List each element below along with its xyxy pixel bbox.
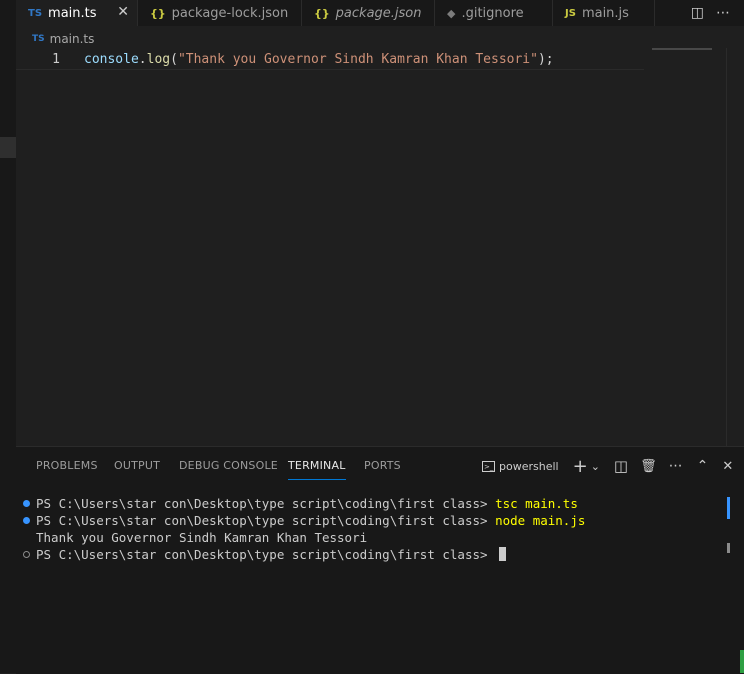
tab-ports[interactable]: PORTS [364, 459, 401, 472]
javascript-file-icon: JS [565, 7, 576, 19]
tab-output[interactable]: OUTPUT [114, 459, 160, 472]
terminal-line: PS C:\Users\star con\Desktop\type script… [16, 546, 726, 563]
tab-terminal-label: TERMINAL [288, 459, 346, 472]
command-decoration-icon[interactable] [23, 551, 30, 558]
more-actions-icon[interactable]: ⋯ [716, 5, 730, 21]
tab-label: package-lock.json [171, 5, 289, 21]
tab-label: package.json [335, 5, 422, 21]
chevron-down-icon[interactable]: ⌄ [591, 460, 600, 473]
editor-actions: ◫ ⋯ [690, 0, 744, 26]
code-close: ); [537, 52, 554, 67]
breadcrumb-label: main.ts [49, 32, 95, 46]
terminal-prompt: PS C:\Users\star con\Desktop\type script… [36, 513, 496, 528]
active-tab-underline [288, 479, 346, 480]
typescript-file-icon: TS [28, 7, 43, 19]
terminal-scrollbar[interactable] [727, 543, 730, 553]
close-icon[interactable]: ✕ [117, 4, 129, 20]
trash-icon[interactable]: 🗑 [640, 459, 657, 474]
code-line[interactable]: 1 console.log("Thank you Governor Sindh … [16, 50, 644, 70]
shell-label[interactable]: powershell [499, 460, 559, 473]
activity-strip [0, 0, 16, 673]
terminal-output-text: Thank you Governor Sindh Kamran Khan Tes… [36, 530, 368, 545]
add-terminal-icon[interactable]: + [573, 456, 588, 477]
terminal-toolbar: >_ powershell + ⌄ ◫ 🗑 ⋯ ⌃ ✕ [482, 456, 733, 477]
close-panel-icon[interactable]: ✕ [722, 459, 733, 474]
activity-indicator [0, 137, 16, 158]
tab-gitignore[interactable]: ◆ .gitignore [435, 0, 553, 26]
terminal-line: PS C:\Users\star con\Desktop\type script… [16, 512, 726, 529]
json-file-icon: {} [150, 6, 166, 20]
code-open-paren: ( [170, 52, 178, 67]
tab-label: .gitignore [461, 5, 524, 21]
code-editor[interactable]: 1 console.log("Thank you Governor Sindh … [16, 48, 726, 446]
typescript-file-icon: TS [32, 34, 45, 44]
bottom-panel: PROBLEMS OUTPUT DEBUG CONSOLE TERMINAL P… [16, 446, 744, 674]
tab-label: main.ts [48, 5, 97, 21]
terminal-line: PS C:\Users\star con\Desktop\type script… [16, 495, 726, 512]
terminal-command: tsc main.ts [495, 496, 578, 511]
maximize-panel-icon[interactable]: ⌃ [697, 458, 709, 474]
terminal-shell-icon: >_ [482, 460, 495, 472]
terminal-output[interactable]: PS C:\Users\star con\Desktop\type script… [16, 495, 726, 563]
tab-label: main.js [581, 5, 629, 21]
line-number: 1 [52, 52, 60, 67]
tab-package-json[interactable]: {} package.json [302, 0, 435, 26]
tab-terminal[interactable]: TERMINAL [288, 459, 346, 480]
json-file-icon: {} [314, 6, 330, 20]
terminal-cursor [499, 547, 507, 561]
split-terminal-icon[interactable]: ◫ [614, 457, 628, 475]
terminal-command: node main.js [495, 513, 586, 528]
breadcrumb[interactable]: TS main.ts [32, 29, 94, 49]
command-decoration-icon[interactable] [23, 500, 30, 507]
code-string: "Thank you Governor Sindh Kamran Khan Te… [177, 52, 538, 67]
code-text: console.log("Thank you Governor Sindh Ka… [84, 50, 554, 69]
terminal-prompt: PS C:\Users\star con\Desktop\type script… [36, 547, 496, 562]
split-editor-icon[interactable]: ◫ [691, 5, 704, 21]
editor-tab-bar: TS main.ts ✕ {} package-lock.json {} pac… [16, 0, 744, 26]
tab-debug-console[interactable]: DEBUG CONSOLE [179, 459, 278, 472]
command-decoration-icon[interactable] [23, 517, 30, 524]
more-actions-icon[interactable]: ⋯ [669, 458, 683, 474]
terminal-scroll-marker [727, 497, 730, 519]
tab-main-ts[interactable]: TS main.ts ✕ [16, 0, 138, 26]
window-edge [740, 650, 744, 673]
tab-main-js[interactable]: JS main.js [553, 0, 655, 26]
tab-package-lock-json[interactable]: {} package-lock.json [138, 0, 302, 26]
git-file-icon: ◆ [447, 6, 456, 20]
tab-problems[interactable]: PROBLEMS [36, 459, 98, 472]
terminal-line: Thank you Governor Sindh Kamran Khan Tes… [16, 529, 726, 546]
code-dot: . [138, 52, 147, 67]
terminal-prompt: PS C:\Users\star con\Desktop\type script… [36, 496, 496, 511]
editor-scrollbar[interactable] [726, 48, 744, 446]
minimap[interactable] [652, 48, 712, 50]
code-method: log [146, 52, 171, 67]
code-object: console [84, 52, 139, 67]
